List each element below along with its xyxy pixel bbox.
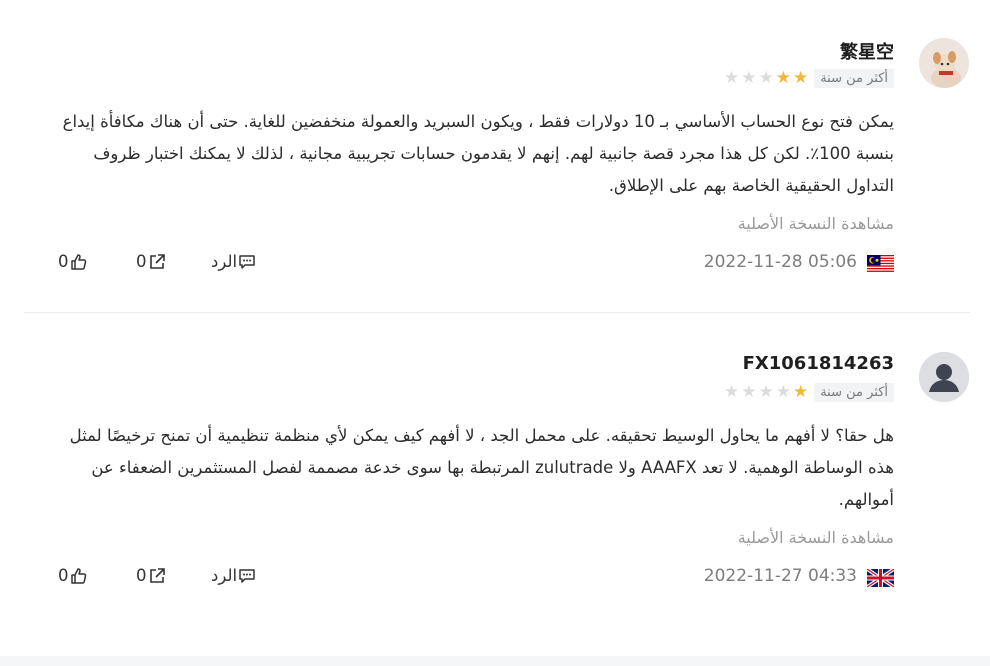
default-user-icon — [919, 352, 969, 402]
review-text-line: هل حقا؟ لا أفهم ما يحاول الوسيط تحقيقه. … — [69, 426, 894, 445]
rating-row: ★ ★ ★ ★ ★ أكثر من سنة — [724, 381, 894, 403]
review-text-line: هذه الوساطة الوهمية. لا تعد AAAFX ولا zu… — [91, 458, 894, 477]
like-button[interactable]: 0 — [58, 566, 88, 585]
malaysia-flag-icon — [867, 255, 894, 273]
comment-icon — [239, 568, 255, 583]
share-button[interactable]: 0 — [136, 252, 166, 271]
time-ago-badge: أكثر من سنة — [814, 382, 894, 402]
reply-button[interactable]: الرد — [211, 252, 256, 271]
star-icon: ★ — [792, 67, 809, 88]
star-icon: ★ — [792, 381, 809, 402]
rating-row: ★ ★ ★ ★ ★ أكثر من سنة — [724, 67, 894, 89]
star-icon: ★ — [723, 381, 740, 402]
review-text-line: التداول الحقيقية الخاصة بهم على الإطلاق. — [608, 176, 894, 195]
avatar[interactable] — [919, 352, 969, 402]
star-icon: ★ — [775, 67, 791, 88]
review-card: 繁星空 ★ ★ ★ ★ ★ أكثر من سنة يمكن فتح نوع ا… — [0, 0, 990, 313]
share-count: 0 — [136, 252, 147, 271]
review-text-line: يمكن فتح نوع الحساب الأساسي بـ 10 دولارا… — [62, 112, 894, 131]
view-original-link[interactable]: مشاهدة النسخة الأصلية — [738, 528, 894, 547]
star-icon: ★ — [723, 67, 740, 88]
username[interactable]: 繁星空 — [840, 38, 894, 64]
review-card: FX1061814263 ★ ★ ★ ★ ★ أكثر من سنة هل حق… — [0, 313, 990, 656]
share-count: 0 — [136, 566, 147, 585]
star-icon: ★ — [758, 67, 774, 88]
star-icon: ★ — [775, 381, 791, 402]
review-footer: 2022-11-27 04:33 الرد 0 0 — [0, 564, 990, 592]
avatar[interactable] — [919, 38, 969, 88]
section-bottom-background — [0, 656, 990, 666]
review-datetime: 2022-11-28 05:06 — [703, 252, 857, 272]
review-text-line: أموالهم. — [838, 490, 894, 509]
like-button[interactable]: 0 — [58, 252, 88, 271]
like-count: 0 — [58, 566, 69, 585]
reply-button[interactable]: الرد — [211, 566, 256, 585]
star-icon: ★ — [758, 381, 774, 402]
reply-label: الرد — [211, 566, 238, 585]
username[interactable]: FX1061814263 — [743, 353, 894, 374]
share-icon — [149, 253, 165, 269]
review-datetime: 2022-11-27 04:33 — [703, 566, 857, 586]
uk-flag-icon — [867, 569, 894, 587]
star-rating: ★ ★ ★ ★ ★ — [723, 381, 809, 402]
dog-avatar-image — [919, 38, 969, 88]
star-icon: ★ — [741, 67, 757, 88]
thumbs-up-icon — [70, 567, 86, 584]
star-rating: ★ ★ ★ ★ ★ — [723, 67, 809, 88]
review-text-line: بنسبة 100٪. لكن كل هذا مجرد قصة جانبية ل… — [93, 144, 894, 163]
time-ago-badge: أكثر من سنة — [814, 68, 894, 88]
view-original-link[interactable]: مشاهدة النسخة الأصلية — [738, 214, 894, 233]
thumbs-up-icon — [70, 253, 86, 270]
reply-label: الرد — [211, 252, 238, 271]
share-icon — [149, 567, 165, 583]
review-footer: 2022-11-28 05:06 الرد 0 0 — [0, 250, 990, 278]
share-button[interactable]: 0 — [136, 566, 166, 585]
star-icon: ★ — [741, 381, 757, 402]
like-count: 0 — [58, 252, 69, 271]
comment-icon — [239, 254, 255, 269]
review-text: هل حقا؟ لا أفهم ما يحاول الوسيط تحقيقه. … — [40, 420, 894, 516]
review-text: يمكن فتح نوع الحساب الأساسي بـ 10 دولارا… — [40, 106, 894, 202]
